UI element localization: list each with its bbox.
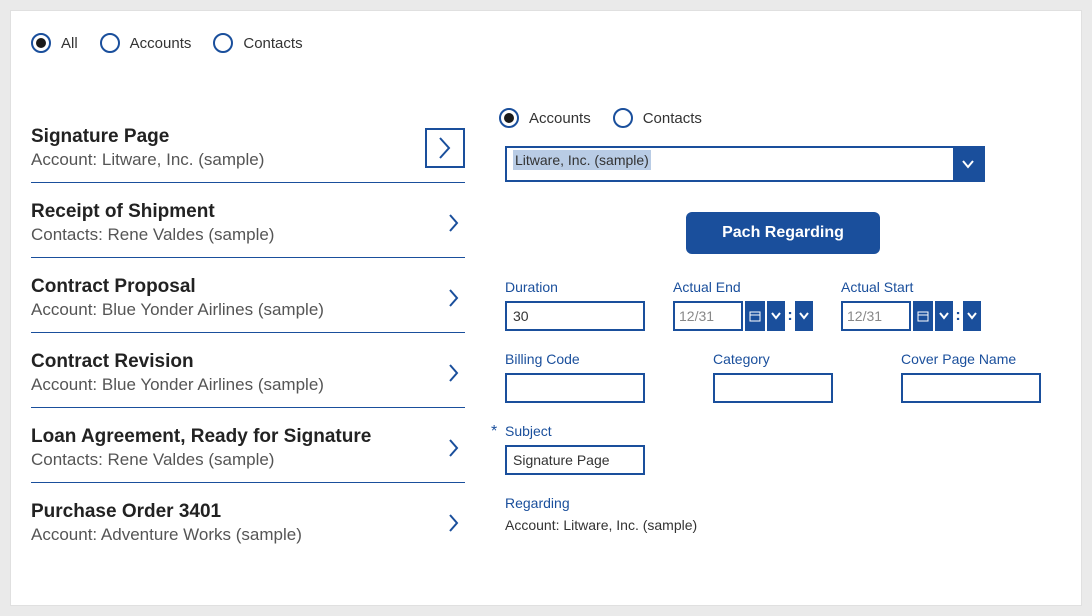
chevron-right-icon [443,437,465,459]
regarding-value: Account: Litware, Inc. (sample) [505,517,1061,533]
filter-accounts-radio[interactable]: Accounts [100,33,192,53]
chevron-right-icon [443,212,465,234]
subject-field: * Subject [505,423,645,475]
filter-accounts-label: Accounts [130,35,192,52]
detail-filter-accounts-label: Accounts [529,110,591,127]
duration-field: Duration [505,279,645,331]
actual-start-label: Actual Start [841,279,981,295]
billing-code-field: Billing Code [505,351,645,403]
dropdown-value: Litware, Inc. (sample) [513,150,651,170]
pach-regarding-button[interactable]: Pach Regarding [686,212,880,254]
duration-label: Duration [505,279,645,295]
list-item-sub: Account: Litware, Inc. (sample) [31,150,425,170]
cover-page-label: Cover Page Name [901,351,1061,367]
list-item-title: Loan Agreement, Ready for Signature [31,426,443,448]
time-colon: : [955,307,960,325]
list-item-title: Signature Page [31,126,425,148]
subject-input[interactable] [505,445,645,475]
list-item-title: Contract Proposal [31,276,443,298]
filter-all-label: All [61,35,78,52]
radio-icon [100,33,120,53]
actual-start-date-input[interactable] [841,301,911,331]
time-colon: : [787,307,792,325]
list-item-title: Contract Revision [31,351,443,373]
filter-contacts-radio[interactable]: Contacts [213,33,302,53]
top-filter-group: All Accounts Contacts [11,11,1081,53]
filter-all-radio[interactable]: All [31,33,78,53]
radio-icon [213,33,233,53]
calendar-icon[interactable] [913,301,933,331]
detail-filter-contacts-radio[interactable]: Contacts [613,108,702,128]
category-label: Category [713,351,853,367]
category-input[interactable] [713,373,833,403]
detail-filter-group: Accounts Contacts [499,108,1061,128]
list-item-title: Receipt of Shipment [31,201,443,223]
chevron-right-icon [443,512,465,534]
actual-end-field: Actual End : [673,279,813,331]
list-item[interactable]: Receipt of Shipment Contacts: Rene Valde… [31,183,465,258]
chevron-down-icon[interactable] [953,148,983,180]
list-item[interactable]: Loan Agreement, Ready for Signature Cont… [31,408,465,483]
list-item[interactable]: Contract Proposal Account: Blue Yonder A… [31,258,465,333]
detail-filter-accounts-radio[interactable]: Accounts [499,108,591,128]
actual-end-label: Actual End [673,279,813,295]
filter-contacts-label: Contacts [243,35,302,52]
billing-code-label: Billing Code [505,351,645,367]
radio-icon [499,108,519,128]
radio-icon [613,108,633,128]
category-field: Category [713,351,853,403]
cover-page-input[interactable] [901,373,1041,403]
chevron-right-icon [443,362,465,384]
list-item-sub: Contacts: Rene Valdes (sample) [31,450,443,470]
chevron-right-icon[interactable] [425,128,465,168]
account-dropdown[interactable]: Litware, Inc. (sample) [505,146,985,182]
minute-select[interactable] [795,301,813,331]
chevron-right-icon [443,287,465,309]
hour-select[interactable] [767,301,785,331]
hour-select[interactable] [935,301,953,331]
duration-input[interactable] [505,301,645,331]
detail-filter-contacts-label: Contacts [643,110,702,127]
calendar-icon[interactable] [745,301,765,331]
list-item-sub: Account: Adventure Works (sample) [31,525,443,545]
detail-panel: Accounts Contacts Litware, Inc. (sample)… [505,108,1061,557]
actual-end-date-input[interactable] [673,301,743,331]
record-list: Signature Page Account: Litware, Inc. (s… [31,108,465,557]
list-item-sub: Account: Blue Yonder Airlines (sample) [31,375,443,395]
minute-select[interactable] [963,301,981,331]
required-asterisk: * [491,423,497,441]
cover-page-field: Cover Page Name [901,351,1061,403]
regarding-label: Regarding [505,495,1061,511]
list-item[interactable]: Contract Revision Account: Blue Yonder A… [31,333,465,408]
list-item-sub: Contacts: Rene Valdes (sample) [31,225,443,245]
subject-label: Subject [505,423,645,439]
list-item-sub: Account: Blue Yonder Airlines (sample) [31,300,443,320]
actual-start-field: Actual Start : [841,279,981,331]
list-item[interactable]: Signature Page Account: Litware, Inc. (s… [31,108,465,183]
list-item[interactable]: Purchase Order 3401 Account: Adventure W… [31,483,465,557]
app-window: All Accounts Contacts Signature Page Acc… [10,10,1082,606]
regarding-block: Regarding Account: Litware, Inc. (sample… [505,495,1061,533]
billing-code-input[interactable] [505,373,645,403]
list-item-title: Purchase Order 3401 [31,501,443,523]
radio-icon [31,33,51,53]
